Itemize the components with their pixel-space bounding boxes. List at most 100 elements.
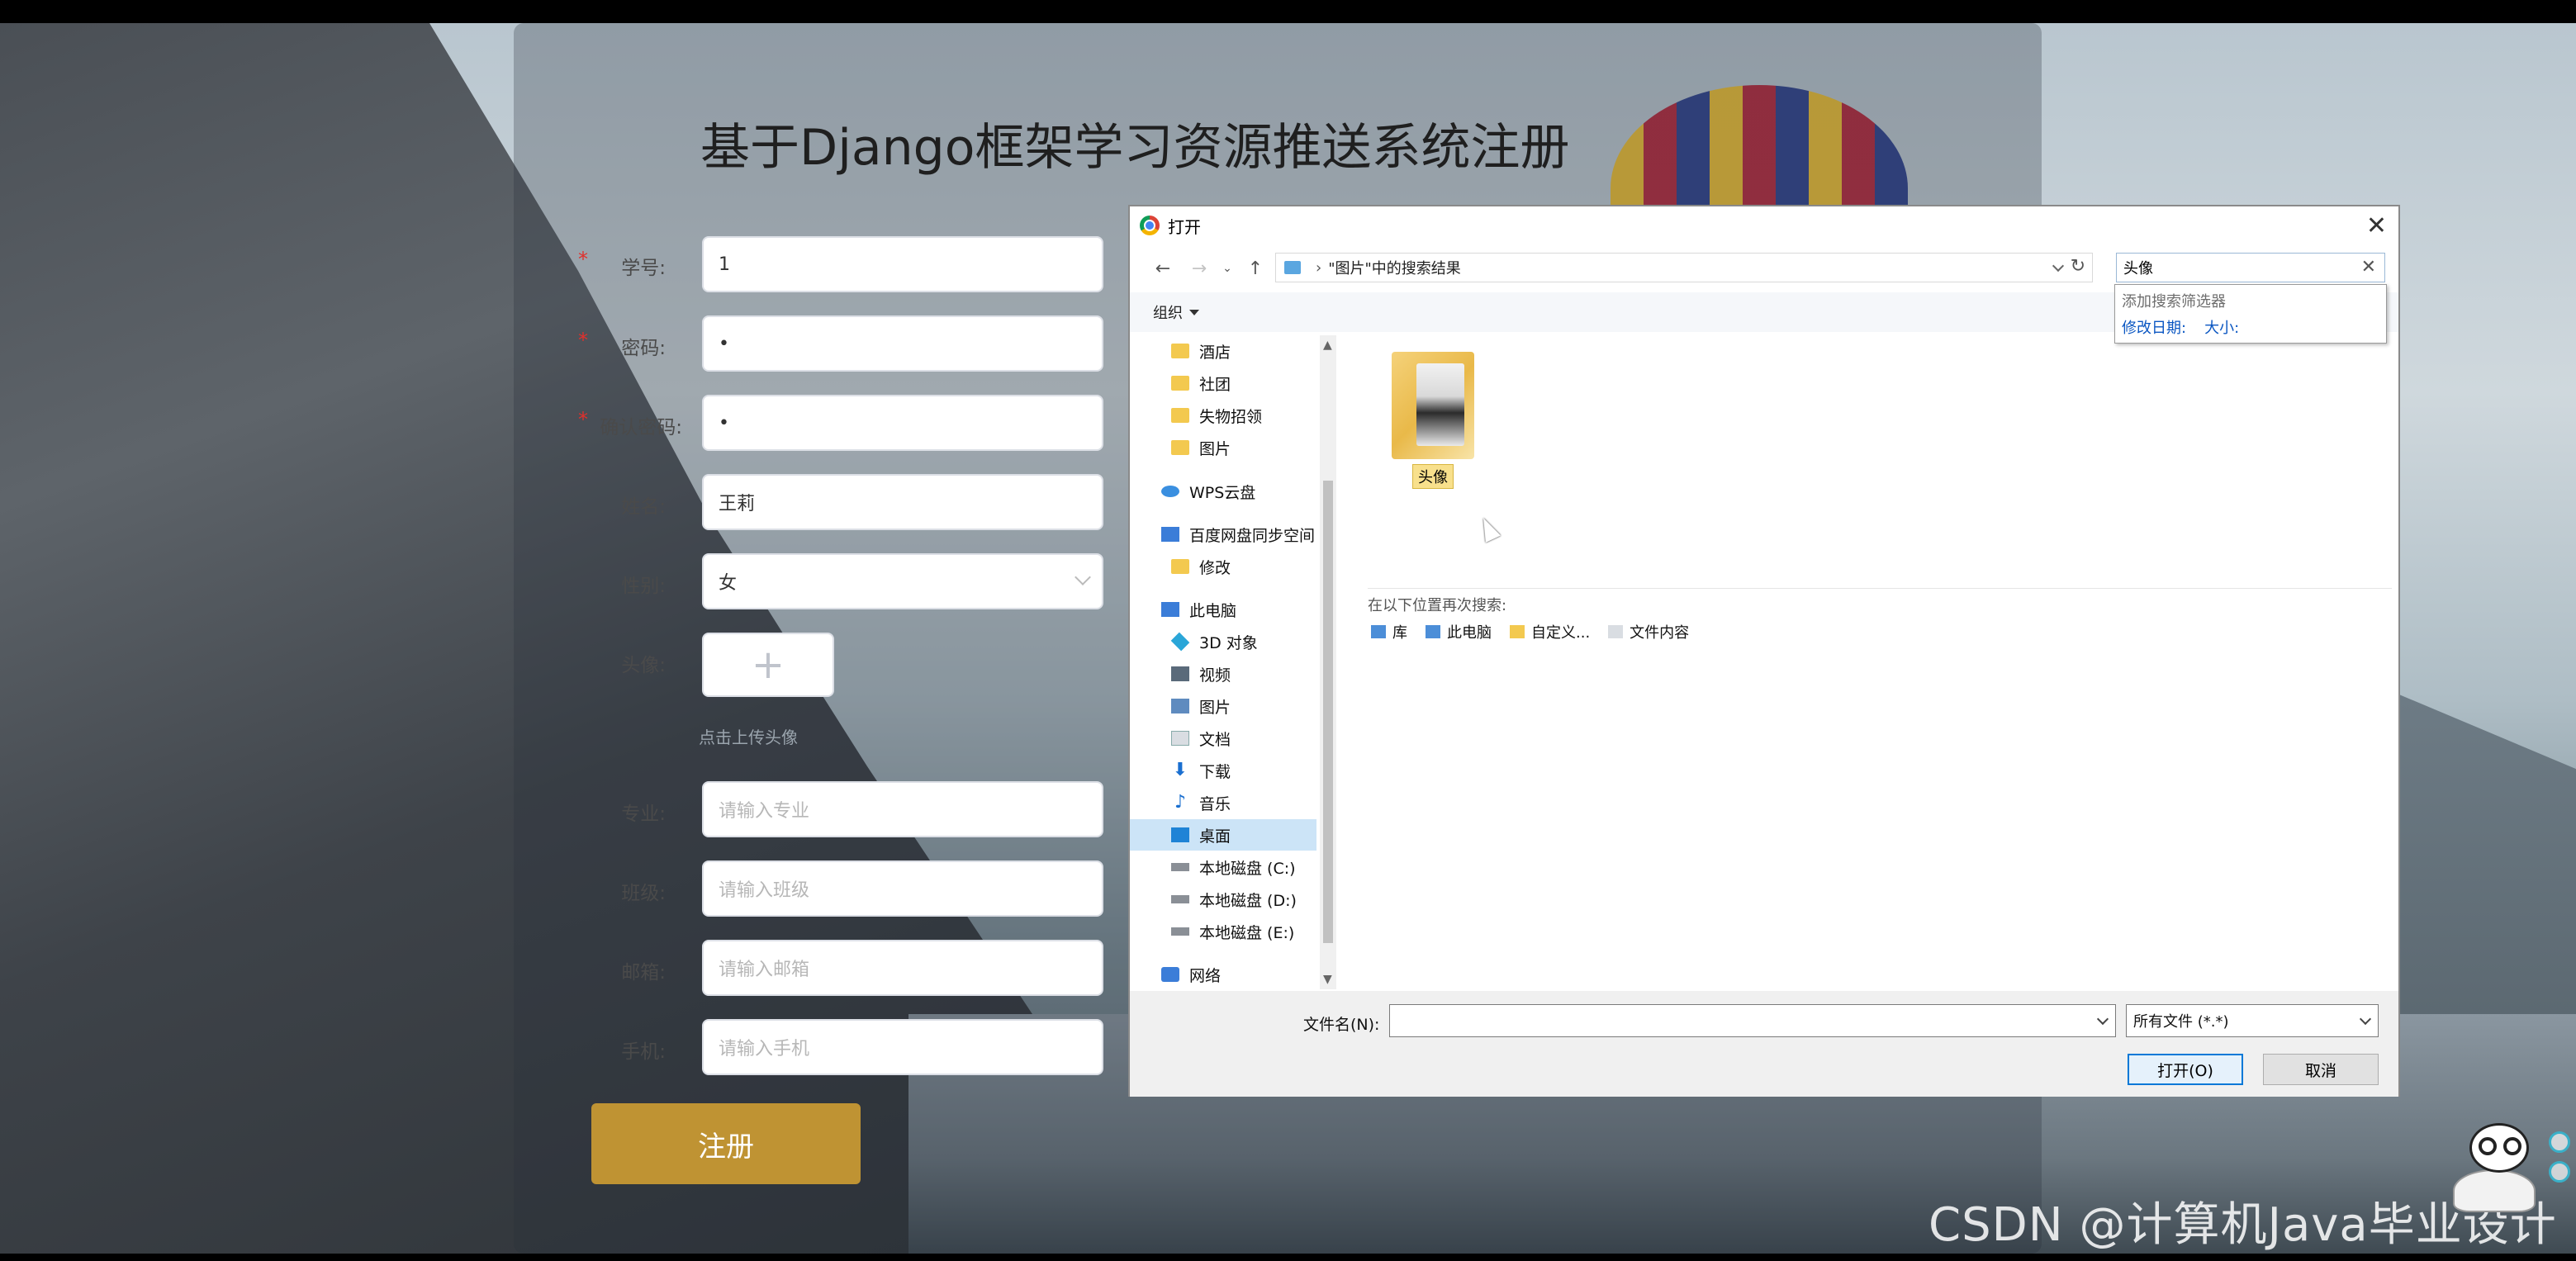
tree-item[interactable]: 本地磁盘 (C:) <box>1130 851 1316 883</box>
tree-item[interactable]: 失物招领 <box>1130 400 1316 431</box>
student-id-input[interactable]: 1 <box>702 236 1103 292</box>
dialog-titlebar: 打开 ✕ <box>1130 206 2398 244</box>
field-label-phone: 手机: <box>621 1041 666 1063</box>
dialog-title: 打开 <box>1168 216 1201 237</box>
cancel-button[interactable]: 取消 <box>2263 1054 2379 1085</box>
tree-item[interactable]: 3D 对象 <box>1130 626 1316 657</box>
computer-icon <box>1161 602 1179 617</box>
mascot-owl-icon <box>2445 1123 2544 1214</box>
scrollbar-thumb[interactable] <box>1323 481 1333 943</box>
computer-icon <box>1426 625 1440 638</box>
search-again-custom[interactable]: 自定义... <box>1510 621 1590 642</box>
search-result-label: 头像 <box>1412 464 1454 489</box>
filter-modified-date[interactable]: 修改日期: <box>2122 316 2186 338</box>
organize-menu[interactable]: 组织 <box>1153 301 1183 323</box>
tree-item[interactable]: 酒店 <box>1130 335 1316 367</box>
back-arrow-icon[interactable]: ← <box>1145 258 1181 279</box>
clear-search-icon[interactable]: ✕ <box>2361 257 2376 277</box>
search-result-folder[interactable]: 头像 <box>1388 352 1478 489</box>
tree-item[interactable]: 修改 <box>1130 551 1316 582</box>
tree-item[interactable]: WPS云盘 <box>1130 476 1316 507</box>
major-input[interactable]: 请输入专业 <box>702 781 1103 837</box>
cloud-icon <box>1161 486 1179 497</box>
network-icon <box>1161 967 1179 982</box>
field-label-name: 姓名: <box>621 496 666 518</box>
email-input[interactable]: 请输入邮箱 <box>702 940 1103 996</box>
search-again-this-pc[interactable]: 此电脑 <box>1426 621 1492 642</box>
search-folder-icon <box>1284 261 1301 274</box>
class-input[interactable]: 请输入班级 <box>702 860 1103 917</box>
side-widget-icons[interactable] <box>2549 1131 2572 1194</box>
tree-item[interactable]: 视频 <box>1130 658 1316 690</box>
download-icon: ⬇ <box>1172 760 1188 780</box>
field-label-class: 班级: <box>621 883 666 904</box>
desktop-icon <box>1171 827 1189 842</box>
chevron-down-icon <box>2359 1012 2372 1026</box>
address-bar[interactable]: › "图片"中的搜索结果 ↻ <box>1275 253 2093 282</box>
tree-item[interactable]: 本地磁盘 (E:) <box>1130 916 1316 947</box>
disk-icon <box>1171 927 1189 936</box>
folder-icon <box>1171 344 1189 358</box>
filetype-select[interactable]: 所有文件 (*.*) <box>2126 1004 2379 1037</box>
tree-item[interactable]: 文档 <box>1130 723 1316 754</box>
tree-item[interactable]: 图片 <box>1130 432 1316 463</box>
filter-size[interactable]: 大小: <box>2204 316 2239 338</box>
folder-icon <box>1171 559 1189 574</box>
search-again-file-contents[interactable]: 文件内容 <box>1608 621 1689 642</box>
baidu-icon <box>1161 527 1179 542</box>
avatar-upload-button[interactable]: + <box>702 633 834 697</box>
address-text: "图片"中的搜索结果 <box>1328 260 1461 277</box>
tree-item[interactable]: 此电脑 <box>1130 594 1316 625</box>
chevron-down-icon[interactable] <box>2096 1012 2109 1026</box>
register-button[interactable]: 注册 <box>591 1103 861 1184</box>
field-label-student-id: 学号: <box>621 258 666 279</box>
up-arrow-icon[interactable]: ↑ <box>1237 258 1274 279</box>
tree-item[interactable]: 图片 <box>1130 690 1316 722</box>
search-again-links: 库 此电脑 自定义... 文件内容 <box>1371 621 1689 642</box>
search-text: 头像 <box>2123 260 2153 277</box>
search-input[interactable]: 头像 ✕ <box>2116 253 2385 282</box>
filename-input[interactable] <box>1389 1004 2116 1037</box>
password-input[interactable]: • <box>702 315 1103 372</box>
pictures-icon <box>1171 699 1189 713</box>
filename-label: 文件名(N): <box>1303 1016 1380 1034</box>
music-icon: ♪ <box>1174 792 1187 813</box>
tree-item[interactable]: ⬇ 下载 <box>1130 755 1316 786</box>
scroll-down-icon[interactable]: ▼ <box>1323 973 1332 986</box>
phone-input[interactable]: 请输入手机 <box>702 1019 1103 1075</box>
tree-item[interactable]: 本地磁盘 (D:) <box>1130 884 1316 915</box>
search-filter-popup: 添加搜索筛选器 修改日期: 大小: <box>2114 284 2387 344</box>
field-label-confirm-password: 确认密码: <box>600 417 682 439</box>
scroll-up-icon[interactable]: ▲ <box>1323 339 1332 352</box>
tree-scrollbar[interactable]: ▲ ▼ <box>1320 335 1336 989</box>
refresh-icon[interactable]: ↻ <box>2071 256 2085 277</box>
tree-item[interactable]: 网络 <box>1130 959 1316 989</box>
disk-icon <box>1171 863 1189 871</box>
field-label-password: 密码: <box>621 338 666 359</box>
navigation-bar: ← → ⌄ ↑ › "图片"中的搜索结果 ↻ 头像 ✕ <box>1130 248 2398 289</box>
recent-locations-icon[interactable]: ⌄ <box>1217 262 1237 275</box>
folder-icon <box>1171 408 1189 423</box>
tree-item[interactable]: ♪ 音乐 <box>1130 787 1316 818</box>
caret-down-icon <box>1189 309 1199 315</box>
tree-item[interactable]: 社团 <box>1130 367 1316 399</box>
tree-item-selected[interactable]: 桌面 <box>1130 819 1316 851</box>
document-icon <box>1608 625 1624 638</box>
disk-icon <box>1171 895 1189 903</box>
search-again-library[interactable]: 库 <box>1371 621 1407 642</box>
close-icon[interactable]: ✕ <box>2366 211 2387 240</box>
field-label-avatar: 头像: <box>621 655 666 676</box>
gender-select[interactable]: 女 <box>702 553 1103 609</box>
video-icon <box>1171 666 1189 681</box>
folder-icon <box>1510 625 1525 638</box>
cube-icon <box>1170 632 1190 652</box>
open-button[interactable]: 打开(O) <box>2128 1054 2243 1085</box>
document-icon <box>1171 731 1189 746</box>
confirm-password-input[interactable]: • <box>702 395 1103 451</box>
forward-arrow-icon[interactable]: → <box>1181 258 1217 279</box>
name-input[interactable]: 王莉 <box>702 474 1103 530</box>
tree-item[interactable]: 百度网盘同步空间 <box>1130 519 1316 550</box>
open-file-dialog: 打开 ✕ ← → ⌄ ↑ › "图片"中的搜索结果 ↻ 头像 ✕ 添加搜索筛选器… <box>1128 205 2400 1097</box>
folder-thumbnail-icon <box>1392 352 1474 459</box>
chevron-down-icon[interactable] <box>2052 259 2065 273</box>
